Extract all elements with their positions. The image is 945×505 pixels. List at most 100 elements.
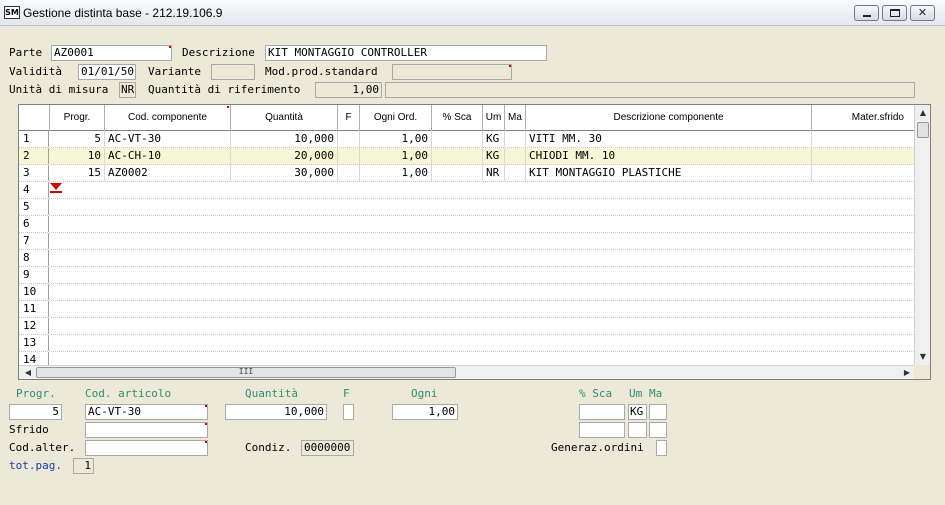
column-header-f[interactable]: F: [338, 105, 360, 131]
detail-cod-articolo-field[interactable]: AC-VT-30: [85, 404, 208, 420]
cell-ogni-ord[interactable]: 1,00: [360, 131, 432, 147]
tot-pag-label: tot.pag.: [9, 459, 62, 472]
cell-descrizione[interactable]: VITI MM. 30: [526, 131, 812, 147]
column-header-descrizione[interactable]: Descrizione componente: [526, 105, 812, 131]
table-row-empty[interactable]: 13: [19, 335, 914, 352]
table-row-empty[interactable]: 8: [19, 250, 914, 267]
cell-um[interactable]: NR: [483, 165, 505, 181]
mod-prod-standard-label: Mod.prod.standard: [265, 65, 378, 78]
sfrido-sca-field[interactable]: [579, 422, 625, 438]
cell-descrizione[interactable]: CHIODI MM. 10: [526, 148, 812, 164]
cell-mater-sfrido[interactable]: [812, 131, 914, 147]
table-row-empty[interactable]: 6: [19, 216, 914, 233]
riferimento-extra-field[interactable]: [385, 82, 915, 98]
scroll-right-icon[interactable]: ▶: [900, 366, 914, 379]
table-row-empty[interactable]: 7: [19, 233, 914, 250]
detail-um-field[interactable]: KG: [628, 404, 647, 420]
cell-sca[interactable]: [432, 148, 483, 164]
cell-f[interactable]: [338, 165, 360, 181]
cell-progr[interactable]: 10: [50, 148, 105, 164]
detail-ogni-label: Ogni: [411, 387, 438, 400]
sfrido-ma-field[interactable]: [649, 422, 667, 438]
cell-sca[interactable]: [432, 165, 483, 181]
cell-ma[interactable]: [505, 148, 526, 164]
column-header-sca[interactable]: % Sca: [432, 105, 483, 131]
cell-quantita[interactable]: 10,000: [231, 131, 338, 147]
table-row-empty[interactable]: 11: [19, 301, 914, 318]
column-header-um[interactable]: Um: [483, 105, 505, 131]
cell-ma[interactable]: [505, 165, 526, 181]
cod-alter-field[interactable]: [85, 440, 208, 456]
cell-um[interactable]: KG: [483, 131, 505, 147]
table-row-selected[interactable]: 2 10 AC-CH-10 20,000 1,00 KG CHIODI MM. …: [19, 148, 914, 165]
column-header-mater-sfrido[interactable]: Mater.sfrido: [812, 105, 914, 131]
column-header-quantita[interactable]: Quantità: [231, 105, 338, 131]
cell-ogni-ord[interactable]: 1,00: [360, 148, 432, 164]
row-number: 9: [19, 267, 49, 283]
table-row-empty[interactable]: 12: [19, 318, 914, 335]
row-number: 6: [19, 216, 49, 232]
detail-cod-articolo-label: Cod. articolo: [85, 387, 172, 400]
column-header-cod-componente[interactable]: Cod. componente: [105, 105, 231, 131]
detail-quantita-label: Quantità: [245, 387, 298, 400]
cell-cod-componente[interactable]: AZ0002: [105, 165, 231, 181]
sfrido-field[interactable]: [85, 422, 208, 438]
horizontal-scroll-thumb[interactable]: III: [36, 367, 456, 378]
cell-cod-componente[interactable]: AC-VT-30: [105, 131, 231, 147]
detail-ma-field[interactable]: [649, 404, 667, 420]
row-number: 2: [19, 148, 49, 164]
cell-f[interactable]: [338, 148, 360, 164]
cell-ogni-ord[interactable]: 1,00: [360, 165, 432, 181]
unita-misura-field[interactable]: NR: [119, 82, 136, 98]
cell-progr[interactable]: 15: [50, 165, 105, 181]
table-row-empty[interactable]: 5: [19, 199, 914, 216]
mod-prod-standard-field[interactable]: [392, 64, 512, 80]
vertical-scroll-thumb[interactable]: [917, 122, 929, 138]
table-row-empty[interactable]: 10: [19, 284, 914, 301]
scroll-up-icon[interactable]: ▲: [915, 105, 930, 121]
detail-progr-label: Progr.: [16, 387, 56, 400]
cell-f[interactable]: [338, 131, 360, 147]
cell-um[interactable]: KG: [483, 148, 505, 164]
close-button[interactable]: ✕: [910, 5, 935, 21]
generaz-ordini-field[interactable]: [656, 440, 667, 456]
detail-f-field[interactable]: [343, 404, 354, 420]
table-row-empty[interactable]: 9: [19, 267, 914, 284]
cell-mater-sfrido[interactable]: [812, 148, 914, 164]
detail-sca-field[interactable]: [579, 404, 625, 420]
cell-quantita[interactable]: 30,000: [231, 165, 338, 181]
vertical-scrollbar[interactable]: ▲ ▼: [914, 105, 930, 365]
row-number: 10: [19, 284, 49, 300]
condiz-field[interactable]: 0000000: [301, 440, 354, 456]
column-header-ma[interactable]: Ma: [505, 105, 526, 131]
cell-mater-sfrido[interactable]: [812, 165, 914, 181]
maximize-button[interactable]: [882, 5, 907, 21]
app-logo-icon: SM: [4, 6, 20, 19]
horizontal-scrollbar[interactable]: ◀ III ▶: [19, 365, 914, 379]
column-header-progr[interactable]: Progr.: [50, 105, 105, 131]
minimize-button[interactable]: [854, 5, 879, 21]
scroll-down-icon[interactable]: ▼: [915, 349, 930, 365]
scroll-left-icon[interactable]: ◀: [21, 366, 35, 379]
detail-progr-field[interactable]: 5: [9, 404, 62, 420]
parte-field[interactable]: AZ0001: [51, 45, 172, 61]
detail-ogni-field[interactable]: 1,00: [392, 404, 458, 420]
cell-sca[interactable]: [432, 131, 483, 147]
components-grid[interactable]: Progr. Cod. componente Quantità F Ogni O…: [18, 104, 931, 380]
variante-field[interactable]: [211, 64, 255, 80]
cell-descrizione[interactable]: KIT MONTAGGIO PLASTICHE: [526, 165, 812, 181]
cell-progr[interactable]: 5: [50, 131, 105, 147]
table-row[interactable]: 1 5 AC-VT-30 10,000 1,00 KG VITI MM. 30: [19, 131, 914, 148]
quantita-riferimento-field[interactable]: 1,00: [315, 82, 382, 98]
cell-quantita[interactable]: 20,000: [231, 148, 338, 164]
sfrido-um-field[interactable]: [628, 422, 647, 438]
condiz-label: Condiz.: [245, 441, 292, 454]
validita-field[interactable]: 01/01/50: [78, 64, 136, 80]
table-row[interactable]: 3 15 AZ0002 30,000 1,00 NR KIT MONTAGGIO…: [19, 165, 914, 182]
column-header-ogni-ord[interactable]: Ogni Ord.: [360, 105, 432, 131]
cell-cod-componente[interactable]: AC-CH-10: [105, 148, 231, 164]
descrizione-field[interactable]: KIT MONTAGGIO CONTROLLER: [265, 45, 547, 61]
cell-ma[interactable]: [505, 131, 526, 147]
detail-quantita-field[interactable]: 10,000: [225, 404, 327, 420]
table-row-empty[interactable]: 4: [19, 182, 914, 199]
